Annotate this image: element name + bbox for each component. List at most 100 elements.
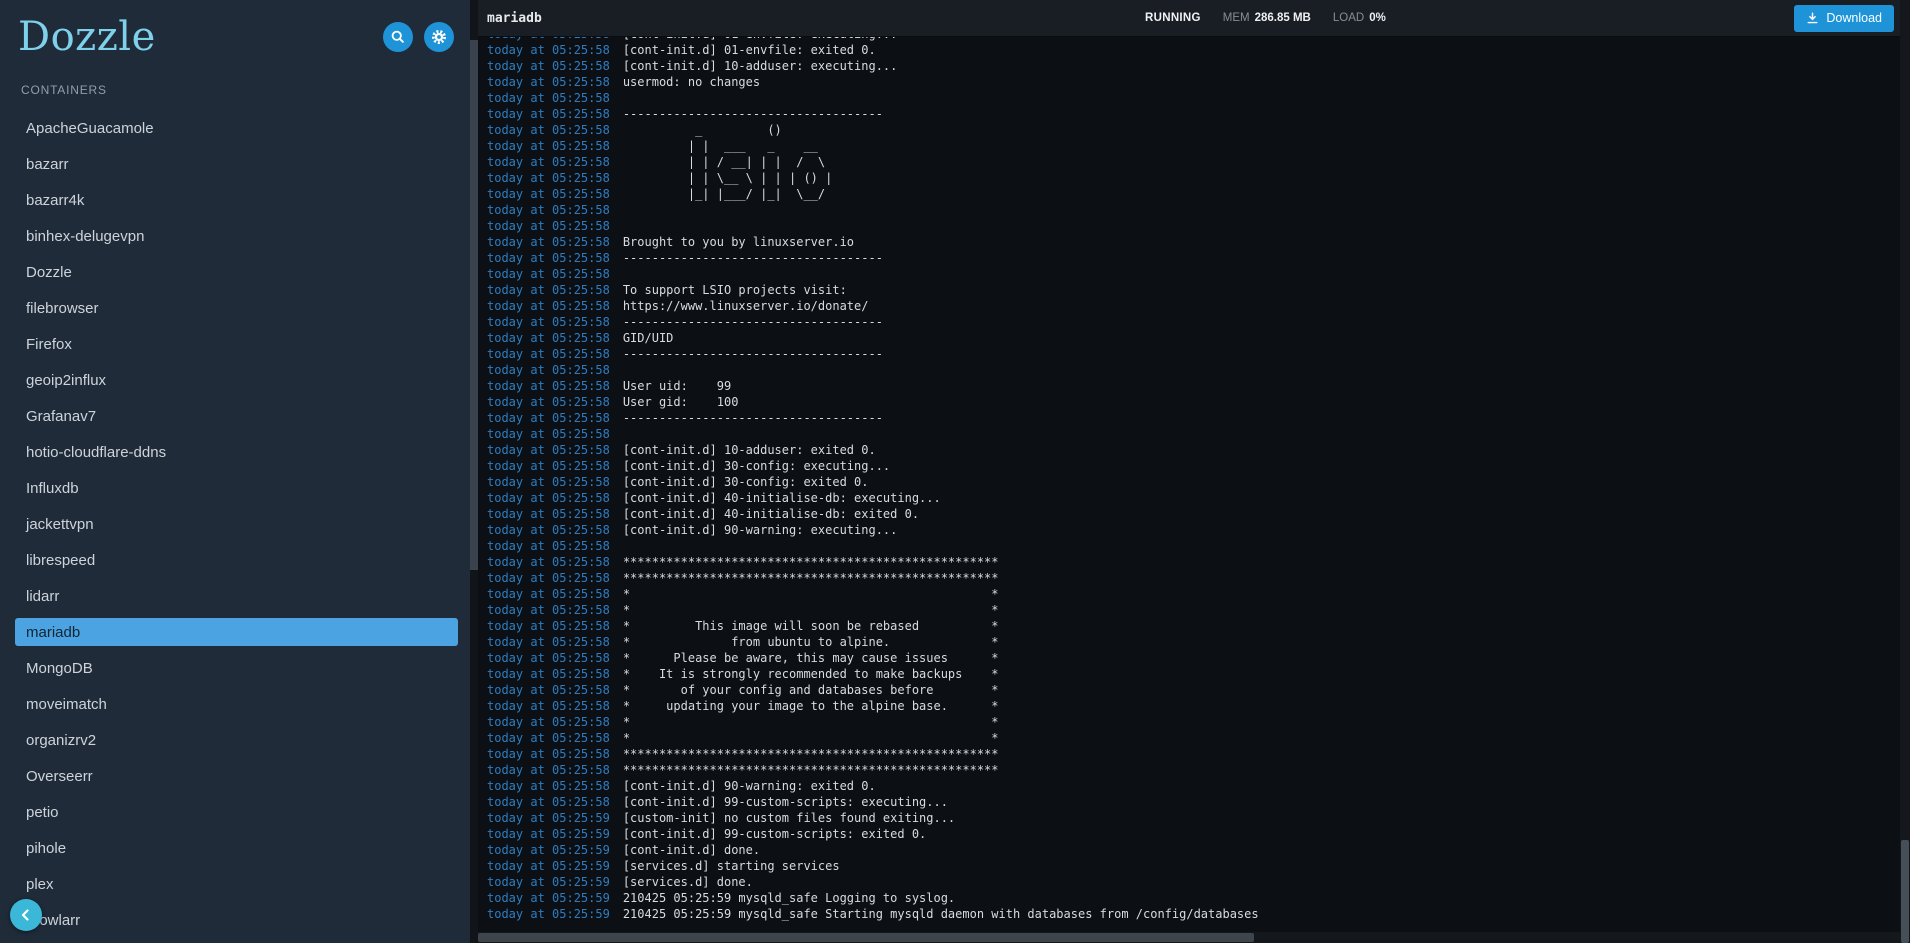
horizontal-scrollbar[interactable] xyxy=(478,932,1900,943)
sidebar-container-item[interactable]: bazarr4k xyxy=(15,186,458,214)
sidebar-container-item[interactable]: filebrowser xyxy=(15,294,458,322)
log-timestamp: today at 05:25:58 xyxy=(487,667,610,681)
container-item-label: petio xyxy=(26,804,59,821)
log-message: [cont-init.d] 99-custom-scripts: executi… xyxy=(610,795,948,809)
download-button[interactable]: Download xyxy=(1794,5,1894,32)
log-timestamp: today at 05:25:58 xyxy=(487,779,610,793)
log-timestamp: today at 05:25:58 xyxy=(487,379,610,393)
container-item-label: moveimatch xyxy=(26,696,107,713)
log-message: [cont-init.d] 90-warning: executing... xyxy=(610,523,898,537)
log-message: User gid: 100 xyxy=(610,395,739,409)
sidebar-container-item[interactable]: prowlarr xyxy=(15,906,458,934)
sidebar-container-item[interactable]: lidarr xyxy=(15,582,458,610)
log-timestamp: today at 05:25:58 xyxy=(487,395,610,409)
sidebar-container-item[interactable]: moveimatch xyxy=(15,690,458,718)
log-message: https://www.linuxserver.io/donate/ xyxy=(610,299,869,313)
log-timestamp: today at 05:25:58 xyxy=(487,187,610,201)
log-line: today at 05:25:58* * xyxy=(487,714,1900,730)
log-line: today at 05:25:58* updating your image t… xyxy=(487,698,1900,714)
log-line: today at 05:25:58***********************… xyxy=(487,554,1900,570)
log-message: ------------------------------------ xyxy=(610,251,883,265)
log-message: [cont-init.d] 10-adduser: exited 0. xyxy=(610,443,876,457)
sidebar-container-item[interactable]: hotio-cloudflare-ddns xyxy=(15,438,458,466)
log-line: today at 05:25:58 | | / __| | | / \ xyxy=(487,154,1900,170)
settings-button[interactable] xyxy=(424,22,454,52)
log-timestamp: today at 05:25:58 xyxy=(487,683,610,697)
sidebar-container-item[interactable]: plex xyxy=(15,870,458,898)
vertical-scrollbar-thumb[interactable] xyxy=(1901,840,1909,943)
sidebar-container-item[interactable]: binhex-delugevpn xyxy=(15,222,458,250)
log-message: * This image will soon be rebased * xyxy=(610,619,999,633)
log-line: today at 05:25:58 xyxy=(487,266,1900,282)
log-line: today at 05:25:58[cont-init.d] 40-initia… xyxy=(487,506,1900,522)
log-timestamp: today at 05:25:58 xyxy=(487,37,610,41)
container-item-label: pihole xyxy=(26,840,66,857)
sidebar-container-item[interactable]: pihole xyxy=(15,834,458,862)
sidebar-container-item[interactable]: MongoDB xyxy=(15,654,458,682)
log-line: today at 05:25:58***********************… xyxy=(487,762,1900,778)
search-button[interactable] xyxy=(383,22,413,52)
container-item-label: binhex-delugevpn xyxy=(26,228,144,245)
sidebar-scrollbar[interactable] xyxy=(470,0,478,943)
collapse-sidebar-button[interactable] xyxy=(10,899,42,931)
sidebar-container-item[interactable]: ApacheGuacamole xyxy=(15,114,458,142)
log-message xyxy=(610,427,623,441)
sidebar-actions xyxy=(383,22,454,52)
log-message: ****************************************… xyxy=(610,571,999,585)
container-list: ApacheGuacamole bazarr bazarr4k binhex-d… xyxy=(0,114,478,934)
sidebar-container-item[interactable]: librespeed xyxy=(15,546,458,574)
log-timestamp: today at 05:25:58 xyxy=(487,171,610,185)
sidebar-container-item[interactable]: Influxdb xyxy=(15,474,458,502)
log-message: ****************************************… xyxy=(610,747,999,761)
log-line: today at 05:25:58 xyxy=(487,362,1900,378)
sidebar-scrollbar-thumb[interactable] xyxy=(470,40,478,570)
log-line: today at 05:25:58 _ () xyxy=(487,122,1900,138)
log-message: * of your config and databases before * xyxy=(610,683,999,697)
sidebar-container-item[interactable]: Grafanav7 xyxy=(15,402,458,430)
vertical-scrollbar[interactable] xyxy=(1900,0,1910,943)
log-message: [cont-init.d] 01-envfile: executing... xyxy=(610,37,898,41)
log-message: ------------------------------------ xyxy=(610,347,883,361)
horizontal-scrollbar-thumb[interactable] xyxy=(478,933,1254,942)
log-timestamp: today at 05:25:59 xyxy=(487,875,610,889)
sidebar-container-item[interactable]: Overseerr xyxy=(15,762,458,790)
log-timestamp: today at 05:25:58 xyxy=(487,91,610,105)
container-item-label: Influxdb xyxy=(26,480,79,497)
log-timestamp: today at 05:25:58 xyxy=(487,731,610,745)
sidebar-container-item[interactable]: organizrv2 xyxy=(15,726,458,754)
log-timestamp: today at 05:25:59 xyxy=(487,843,610,857)
sidebar-container-item[interactable]: mariadb xyxy=(15,618,458,646)
memory-stat: MEM 286.85 MB xyxy=(1223,12,1311,24)
log-header: mariadb RUNNING MEM 286.85 MB LOAD 0% Do… xyxy=(478,0,1900,37)
container-stats: RUNNING MEM 286.85 MB LOAD 0% xyxy=(1145,0,1386,36)
chevron-left-icon xyxy=(18,907,34,923)
sidebar-container-item[interactable]: Dozzle xyxy=(15,258,458,286)
sidebar-container-item[interactable]: petio xyxy=(15,798,458,826)
log-message: * * xyxy=(610,603,999,617)
memory-label: MEM xyxy=(1223,12,1250,24)
sidebar-container-item[interactable]: Firefox xyxy=(15,330,458,358)
log-timestamp: today at 05:25:58 xyxy=(487,267,610,281)
log-message: [cont-init.d] 01-envfile: exited 0. xyxy=(610,43,876,57)
log-panel: mariadb RUNNING MEM 286.85 MB LOAD 0% Do… xyxy=(478,0,1900,943)
log-line: today at 05:25:58[cont-init.d] 01-envfil… xyxy=(487,42,1900,58)
sidebar-container-item[interactable]: jackettvpn xyxy=(15,510,458,538)
sidebar-container-item[interactable]: geoip2influx xyxy=(15,366,458,394)
sidebar-container-item[interactable]: bazarr xyxy=(15,150,458,178)
log-view[interactable]: today at 05:25:58[cont-init.d] 01-envfil… xyxy=(478,37,1900,932)
log-line: today at 05:25:58-----------------------… xyxy=(487,250,1900,266)
log-timestamp: today at 05:25:58 xyxy=(487,107,610,121)
sidebar: Dozzle CONT xyxy=(0,0,478,943)
load-label: LOAD xyxy=(1333,12,1364,24)
log-message: 210425 05:25:59 mysqld_safe Starting mys… xyxy=(610,907,1259,921)
container-item-label: hotio-cloudflare-ddns xyxy=(26,444,166,461)
log-timestamp: today at 05:25:58 xyxy=(487,747,610,761)
log-line: today at 05:25:58[cont-init.d] 90-warnin… xyxy=(487,778,1900,794)
log-line: today at 05:25:58[cont-init.d] 30-config… xyxy=(487,474,1900,490)
log-message: * * xyxy=(610,587,999,601)
log-message: * updating your image to the alpine base… xyxy=(610,699,999,713)
log-message: _ () xyxy=(610,123,782,137)
log-timestamp: today at 05:25:58 xyxy=(487,459,610,473)
log-timestamp: today at 05:25:58 xyxy=(487,299,610,313)
log-message: [cont-init.d] 10-adduser: executing... xyxy=(610,59,898,73)
